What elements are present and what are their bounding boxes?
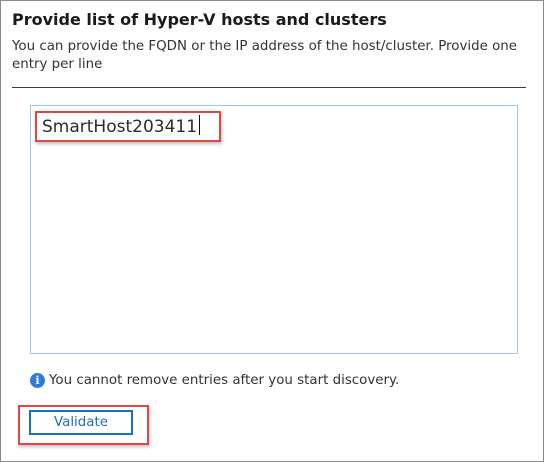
section-description: You can provide the FQDN or the IP addre… [12,39,518,72]
entry-highlight [35,111,221,142]
section-title: Provide list of Hyper-V hosts and cluste… [12,10,387,29]
hosts-textarea[interactable] [30,105,518,354]
discovery-panel: Provide list of Hyper-V hosts and cluste… [0,0,544,462]
info-text: You cannot remove entries after you star… [49,373,400,388]
info-message: i You cannot remove entries after you st… [30,373,399,388]
validate-button[interactable]: Validate [29,410,133,435]
info-icon: i [30,373,45,388]
divider [12,87,526,88]
